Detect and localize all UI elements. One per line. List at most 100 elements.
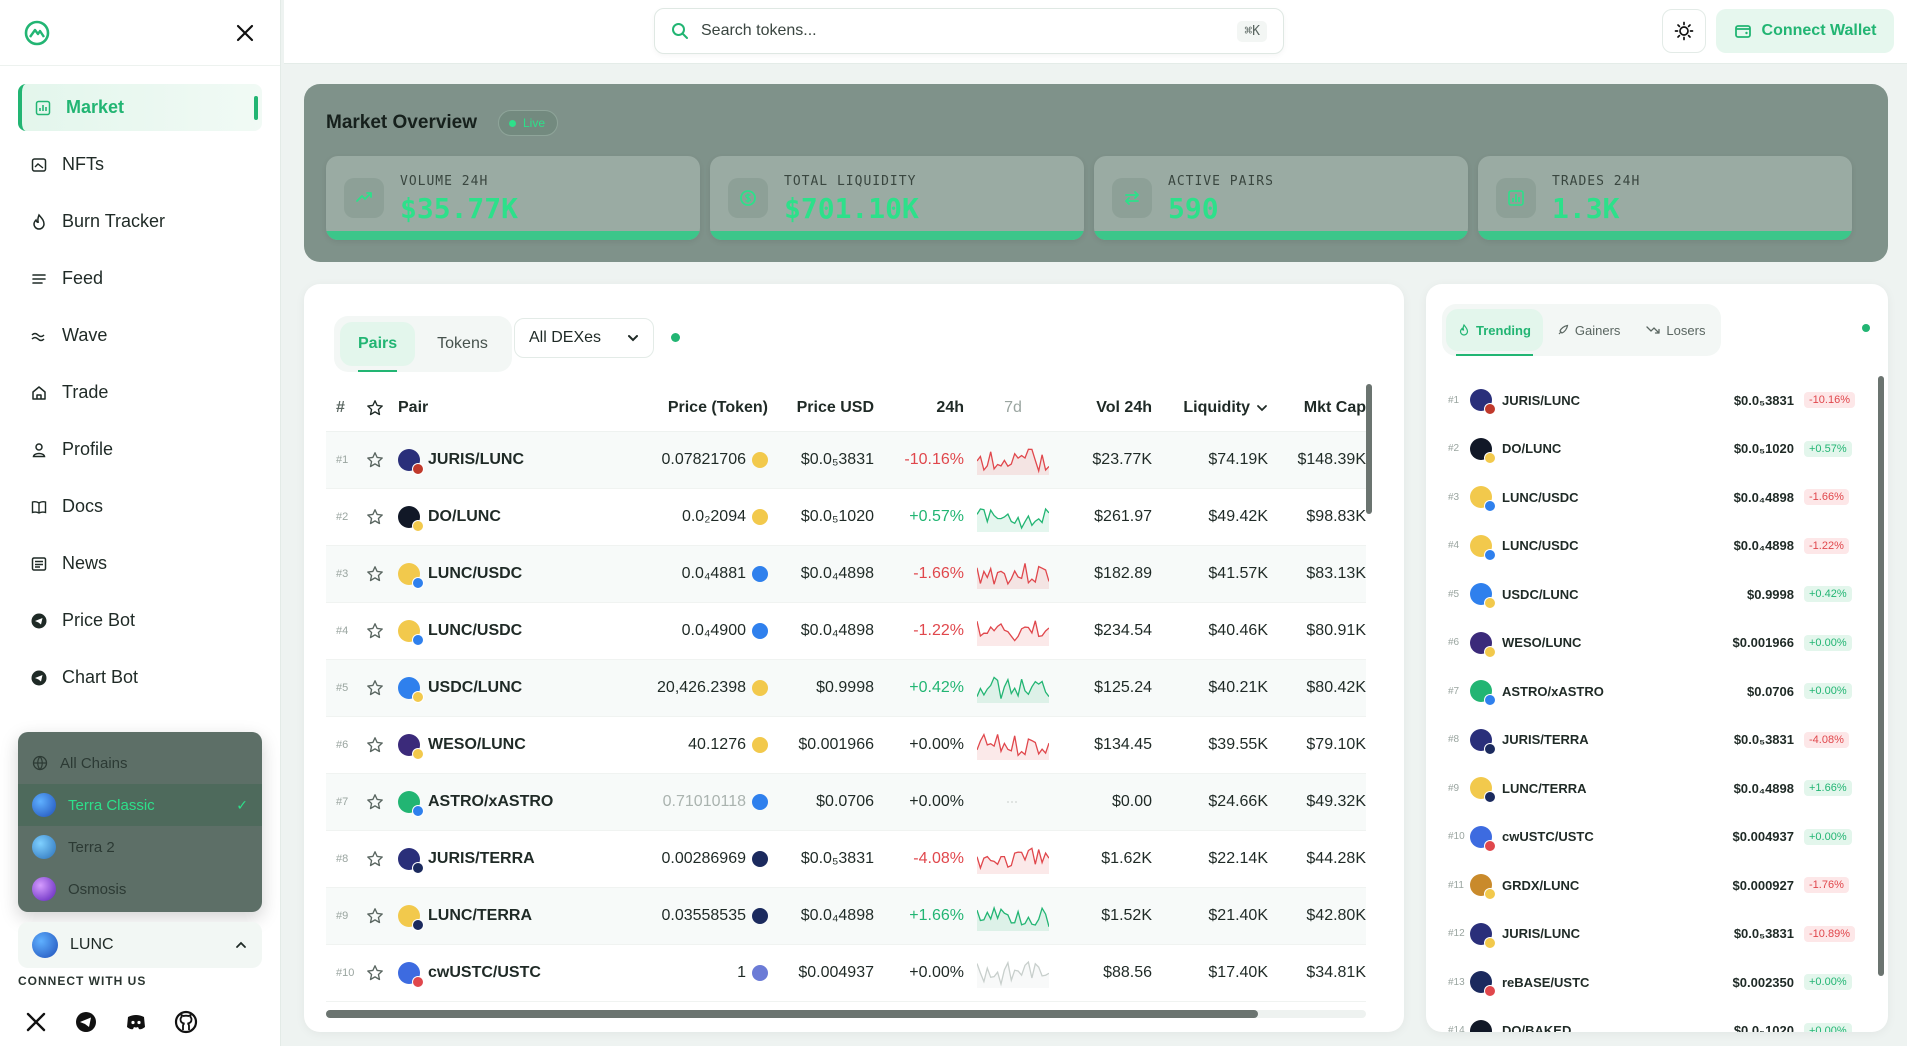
sidebar-item-burn-tracker[interactable]: Burn Tracker <box>18 198 262 245</box>
trending-pair-name: cwUSTC/USTC <box>1502 829 1594 845</box>
terra-classic-icon <box>32 793 56 817</box>
pair-cell[interactable]: JURIS/LUNC <box>398 449 568 475</box>
table-row[interactable]: #7 ASTRO/xASTRO 0.71010118 $0.0706 +0.00% $0.… <box>326 774 1366 831</box>
list-item[interactable]: #2 DO/LUNC $0.0₅1020 +0.57% <box>1436 425 1866 474</box>
col-change-24h[interactable]: 24h <box>874 399 964 417</box>
trending-scrollbar[interactable] <box>1878 376 1884 1016</box>
logo-icon[interactable] <box>24 20 50 46</box>
list-item[interactable]: #14 DO/BAKED $0.0₅1020 +0.00% <box>1436 1007 1866 1032</box>
tab-gainers[interactable]: Gainers <box>1545 309 1633 351</box>
list-item[interactable]: #13 reBASE/USTC $0.002350 +0.00% <box>1436 958 1866 1007</box>
list-item[interactable]: #3 LUNC/USDC $0.0₄4898 -1.66% <box>1436 473 1866 522</box>
pair-cell[interactable]: LUNC/USDC <box>398 620 568 646</box>
favorite-star-icon[interactable] <box>352 850 398 868</box>
pair-cell[interactable]: WESO/LUNC <box>398 734 568 760</box>
pair-cell[interactable]: LUNC/USDC <box>398 563 568 589</box>
github-icon[interactable] <box>174 1010 198 1034</box>
discord-icon[interactable] <box>124 1010 148 1034</box>
table-vertical-scrollbar[interactable] <box>1366 384 1374 1004</box>
sparkline-7d <box>964 673 1062 703</box>
tab-losers[interactable]: Losers <box>1634 309 1717 351</box>
favorite-star-icon[interactable] <box>352 964 398 982</box>
sidebar-item-price-bot[interactable]: Price Bot <box>18 597 262 644</box>
table-row[interactable]: #6 WESO/LUNC 40.1276 $0.001966 +0.00% $134.45… <box>326 717 1366 774</box>
list-item[interactable]: #10 cwUSTC/USTC $0.004937 +0.00% <box>1436 813 1866 862</box>
pair-cell[interactable]: USDC/LUNC <box>398 677 568 703</box>
list-item[interactable]: #11 GRDX/LUNC $0.000927 -1.76% <box>1436 861 1866 910</box>
row-rank: #6 <box>336 739 349 751</box>
col-pair[interactable]: Pair <box>398 399 568 417</box>
sidebar-item-nfts[interactable]: NFTs <box>18 141 262 188</box>
table-row[interactable]: #3 LUNC/USDC 0.0₄4881 $0.0₄4898 -1.66% $182.8… <box>326 546 1366 603</box>
list-item[interactable]: #6 WESO/LUNC $0.001966 +0.00% <box>1436 619 1866 668</box>
close-icon[interactable] <box>234 22 256 44</box>
sidebar-item-chart-bot[interactable]: Chart Bot <box>18 654 262 701</box>
favorite-star-icon[interactable] <box>352 451 398 469</box>
sidebar-header <box>0 0 280 66</box>
favorite-star-icon[interactable] <box>352 793 398 811</box>
theme-toggle-button[interactable] <box>1662 9 1706 53</box>
favorite-star-icon[interactable] <box>352 907 398 925</box>
col-price-usd[interactable]: Price USD <box>768 399 874 417</box>
table-row[interactable]: #9 LUNC/TERRA 0.03558535 $0.0₄4898 +1.66% $1.… <box>326 888 1366 945</box>
table-row[interactable]: #8 JURIS/TERRA 0.00286969 $0.0₅3831 -4.08% $1… <box>326 831 1366 888</box>
list-item[interactable]: #9 LUNC/TERRA $0.0₄4898 +1.66% <box>1436 764 1866 813</box>
chain-option-terra-2[interactable]: Terra 2 <box>18 826 262 868</box>
pair-cell[interactable]: DO/LUNC <box>398 506 568 532</box>
trending-rank: #2 <box>1448 443 1460 455</box>
pair-name: DO/LUNC <box>428 508 501 525</box>
chain-selector[interactable]: LUNC <box>18 922 262 968</box>
col-mkt-cap[interactable]: Mkt Cap <box>1268 399 1366 417</box>
vertical-scrollbar-thumb[interactable] <box>1366 384 1372 514</box>
list-item[interactable]: #5 USDC/LUNC $0.9998 +0.42% <box>1436 570 1866 619</box>
sidebar-item-trade[interactable]: Trade <box>18 369 262 416</box>
pair-cell[interactable]: JURIS/TERRA <box>398 848 568 874</box>
list-item[interactable]: #8 JURIS/TERRA $0.0₅3831 -4.08% <box>1436 716 1866 765</box>
list-item[interactable]: #4 LUNC/USDC $0.0₄4898 -1.22% <box>1436 522 1866 571</box>
tab-pairs[interactable]: Pairs <box>340 322 416 372</box>
col-liquidity[interactable]: Liquidity <box>1152 399 1268 417</box>
favorite-star-icon[interactable] <box>352 622 398 640</box>
horizontal-scrollbar-thumb[interactable] <box>326 1010 1258 1018</box>
telegram-icon[interactable] <box>74 1010 98 1034</box>
sidebar-item-news[interactable]: News <box>18 540 262 587</box>
pair-cell[interactable]: ASTRO/xASTRO <box>398 791 568 817</box>
chain-option-terra-classic[interactable]: Terra Classic ✓ <box>18 784 262 826</box>
sidebar-item-docs[interactable]: Docs <box>18 483 262 530</box>
change-24h-cell: -1.22% <box>913 622 964 639</box>
tab-trending[interactable]: Trending <box>1446 309 1543 356</box>
chain-option-all[interactable]: All Chains <box>18 742 262 784</box>
pair-cell[interactable]: cwUSTC/USTC <box>398 962 568 988</box>
table-row[interactable]: #2 DO/LUNC 0.0₂2094 $0.0₅1020 +0.57% $261.97 $… <box>326 489 1366 546</box>
sidebar-item-wave[interactable]: Wave <box>18 312 262 359</box>
trending-scrollbar-thumb[interactable] <box>1878 376 1884 976</box>
telegram-icon <box>30 669 48 687</box>
table-row[interactable]: #1 JURIS/LUNC 0.07821706 $0.0₅3831 -10.16% $2… <box>326 432 1366 489</box>
sidebar-item-feed[interactable]: Feed <box>18 255 262 302</box>
search-bar[interactable]: ⌘K <box>654 8 1284 54</box>
x-twitter-icon[interactable] <box>24 1010 48 1034</box>
favorite-star-icon[interactable] <box>352 565 398 583</box>
table-horizontal-scrollbar[interactable] <box>326 1010 1366 1018</box>
search-input[interactable] <box>701 22 1226 40</box>
favorite-star-icon[interactable] <box>352 508 398 526</box>
list-item[interactable]: #1 JURIS/LUNC $0.0₅3831 -10.16% <box>1436 376 1866 425</box>
col-vol-24h[interactable]: Vol 24h <box>1062 399 1152 417</box>
dex-filter-select[interactable]: All DEXes <box>514 318 654 358</box>
list-item[interactable]: #7 ASTRO/xASTRO $0.0706 +0.00% <box>1436 667 1866 716</box>
list-item[interactable]: #12 JURIS/LUNC $0.0₅3831 -10.89% <box>1436 910 1866 959</box>
sidebar-item-market[interactable]: Market <box>18 84 262 131</box>
table-row[interactable]: #10 cwUSTC/USTC 1 $0.004937 +0.00% $88.56 $17.… <box>326 945 1366 1002</box>
col-price-token[interactable]: Price (Token) <box>568 399 768 417</box>
pairs-tabs: Pairs Tokens <box>334 316 512 372</box>
favorite-star-icon[interactable] <box>352 679 398 697</box>
tab-tokens[interactable]: Tokens <box>419 322 506 366</box>
favorite-star-icon[interactable] <box>352 736 398 754</box>
chain-option-osmosis[interactable]: Osmosis <box>18 868 262 910</box>
table-row[interactable]: #5 USDC/LUNC 20,426.2398 $0.9998 +0.42% $125.… <box>326 660 1366 717</box>
connect-wallet-button[interactable]: Connect Wallet <box>1716 9 1894 53</box>
sidebar-item-profile[interactable]: Profile <box>18 426 262 473</box>
table-row[interactable]: #4 LUNC/USDC 0.0₄4900 $0.0₄4898 -1.22% $234.5… <box>326 603 1366 660</box>
trending-pair-name: JURIS/LUNC <box>1502 392 1581 408</box>
pair-cell[interactable]: LUNC/TERRA <box>398 905 568 931</box>
